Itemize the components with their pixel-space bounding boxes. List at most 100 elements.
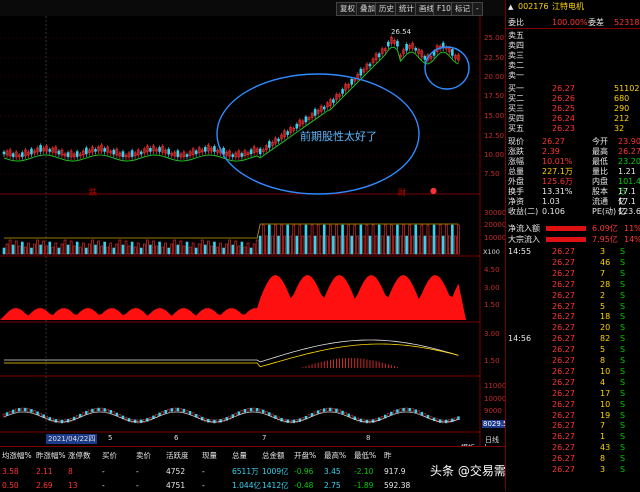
stats-row-1-cell-3: - [102, 481, 105, 490]
toolbar-button-7[interactable]: - [472, 2, 483, 16]
stats-row-0-cell-3: - [102, 467, 105, 476]
tick-row-17[interactable]: 26.27 1 S [506, 432, 640, 442]
tick-row-9[interactable]: 26.27 5 S [506, 345, 640, 355]
tick-row-8[interactable]: 14:56 26.27 82 S [506, 334, 640, 344]
tick-row-11[interactable]: 26.27 10 S [506, 367, 640, 377]
tick-direction: S [620, 443, 626, 453]
volume-bar [264, 235, 268, 255]
index-candle [14, 408, 18, 413]
volume-bar [304, 224, 308, 255]
quote-cell: 流通 [592, 197, 608, 206]
volume-bar [173, 239, 177, 255]
period-day-button[interactable]: 日线 [485, 435, 499, 445]
kline-chart-svg[interactable] [0, 16, 505, 446]
stats-row-1-cell-11: -1.89 [354, 481, 374, 490]
tick-row-13[interactable]: 26.27 17 S [506, 389, 640, 399]
tick-row-10[interactable]: 26.27 8 S [506, 356, 640, 366]
buy-row-1[interactable]: 买二 26.26 680 [506, 94, 640, 104]
quote-cell: 净资 [508, 197, 524, 206]
volume-bar [435, 235, 439, 255]
index-candle [188, 411, 192, 415]
vol-axis-label-0: 30000 [484, 209, 507, 217]
volume-bar [179, 240, 183, 255]
tick-price: 26.27 [552, 399, 575, 409]
volume-bar [295, 235, 299, 255]
buy-label: 买四 [508, 114, 524, 123]
toolbar-button-6[interactable]: 标记 [451, 2, 474, 16]
sell-row-0[interactable]: 卖五 [506, 31, 640, 41]
sell-row-3[interactable]: 卖二 [506, 61, 640, 71]
volume-bar [66, 244, 70, 255]
tick-row-12[interactable]: 26.27 4 S [506, 378, 640, 388]
volume-unit: X100 [483, 248, 500, 256]
tick-direction: S [620, 399, 626, 409]
volume-bar [356, 235, 360, 255]
quote-row-4: 外盘 125.6万 内盘 101.4万 [506, 177, 640, 196]
volume-bar [396, 224, 399, 255]
dif-line [4, 339, 459, 363]
tick-volume: 7 [600, 268, 606, 278]
index-candle [167, 408, 170, 413]
tick-direction: S [620, 454, 626, 464]
volume-bar [24, 246, 27, 255]
chart-area[interactable]: 25.00 22.50 20.00 17.50 15.00 12.50 10.00 7.50 … [0, 16, 513, 452]
volume-bar [45, 245, 49, 255]
sell-row-4[interactable]: 卖一 [506, 71, 640, 81]
volume-bar [313, 235, 317, 255]
index-candle [33, 410, 36, 414]
tick-row-4[interactable]: 26.27 2 S [506, 291, 640, 301]
sell-row-1[interactable]: 卖四 [506, 41, 640, 51]
buy-row-4[interactable]: 买五 26.23 32 [506, 124, 640, 134]
candle-body [20, 152, 24, 157]
weicha-label: 委差 [588, 18, 604, 27]
volume-bar [103, 241, 106, 255]
index-candle [85, 411, 88, 415]
candle-body [451, 49, 454, 56]
date-first: 2021/04/22四 [46, 434, 98, 444]
volume-bar [325, 235, 329, 255]
volume-bar [234, 240, 238, 255]
volume-bar [158, 241, 161, 255]
volume-bar [362, 235, 366, 255]
tick-row-5[interactable]: 26.27 5 S [506, 302, 640, 312]
buy-label: 买五 [508, 124, 524, 133]
volume-bar [97, 240, 100, 255]
tick-row-1[interactable]: 26.27 46 S [506, 258, 640, 268]
tick-row-19[interactable]: 26.27 8 S [506, 454, 640, 464]
tick-volume: 3 [600, 465, 606, 474]
volume-bar [454, 235, 457, 255]
tick-volume: 8 [600, 356, 606, 365]
tick-row-2[interactable]: 26.27 7 S [506, 269, 640, 279]
tick-row-18[interactable]: 26.27 43 S [506, 443, 640, 453]
sell-row-2[interactable]: 卖三 [506, 51, 640, 61]
tick-price: 26.27 [552, 279, 575, 289]
volume-bar [240, 241, 244, 255]
tick-row-0[interactable]: 14:55 26.27 3 S [506, 247, 640, 257]
index-candle [57, 419, 61, 424]
index-candle [390, 411, 393, 416]
tick-row-3[interactable]: 26.27 28 S [506, 280, 640, 290]
volume-bar [426, 224, 430, 255]
flow-bar [546, 226, 586, 231]
volume-bar [377, 224, 381, 255]
volume-bar [246, 242, 250, 255]
buy-row-3[interactable]: 买四 26.24 212 [506, 114, 640, 124]
flow-row-0: 净流入额 6.09亿 11% [506, 224, 640, 234]
tick-row-6[interactable]: 26.27 18 S [506, 312, 640, 322]
p4-axis-label-1: 1.50 [484, 357, 500, 365]
tick-row-16[interactable]: 26.27 7 S [506, 421, 640, 431]
index-candle [103, 408, 106, 412]
stats-header-row-cell-5: 活跃度 [166, 451, 189, 460]
volume-bar [216, 246, 219, 255]
tick-row-20[interactable]: 26.27 3 S [506, 465, 640, 475]
buy-row-2[interactable]: 买三 26.25 290 [506, 104, 640, 114]
tick-row-14[interactable]: 26.27 10 S [506, 400, 640, 410]
volume-bar [210, 245, 213, 255]
index-candle [249, 407, 253, 412]
buy-price: 26.26 [552, 94, 575, 103]
tick-row-7[interactable]: 26.27 20 S [506, 323, 640, 333]
candle-body [39, 145, 42, 152]
quote-cell: 外盘 [508, 177, 524, 186]
buy-row-0[interactable]: 买一 26.27 51102 [506, 84, 640, 94]
tick-row-15[interactable]: 26.27 19 S [506, 411, 640, 421]
